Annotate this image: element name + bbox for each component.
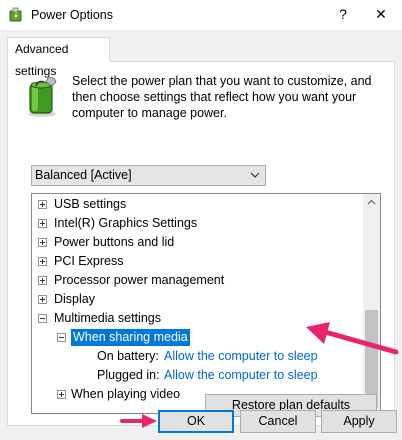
- apply-button[interactable]: Apply: [321, 410, 397, 433]
- tree-item-display[interactable]: Display: [32, 290, 362, 309]
- ok-button[interactable]: OK: [158, 410, 234, 433]
- tree-item-usb-settings[interactable]: USB settings: [32, 195, 362, 214]
- setting-on-battery-value-link[interactable]: Allow the computer to sleep: [164, 347, 318, 366]
- settings-tree[interactable]: USB settings Intel(R) Graphics Settings …: [31, 193, 381, 414]
- advanced-settings-panel: Select the power plan that you want to c…: [7, 61, 395, 426]
- tree-item-multimedia-settings[interactable]: Multimedia settings: [32, 309, 362, 328]
- tree-item-label: Processor power management: [54, 273, 225, 287]
- chevron-down-icon: [250, 172, 260, 178]
- panel-description: Select the power plan that you want to c…: [72, 74, 372, 120]
- collapse-minus-icon[interactable]: [38, 314, 47, 323]
- tree-item-power-buttons-and-lid[interactable]: Power buttons and lid: [32, 233, 362, 252]
- tab-advanced-settings[interactable]: Advanced settings: [7, 37, 110, 78]
- setting-plugged-in: Plugged in: Allow the computer to sleep: [32, 366, 362, 385]
- tree-item-label: When playing video: [71, 387, 181, 401]
- tree-vertical-scrollbar[interactable]: [363, 194, 380, 413]
- collapse-minus-icon[interactable]: [57, 333, 66, 342]
- tree-item-when-sharing-media[interactable]: When sharing media: [32, 328, 362, 347]
- power-plan-select-value: Balanced [Active]: [35, 168, 132, 182]
- tree-item-label: Multimedia settings: [54, 311, 161, 325]
- tree-item-processor-power-management[interactable]: Processor power management: [32, 271, 362, 290]
- expand-plus-icon[interactable]: [38, 238, 47, 247]
- tree-item-label: Intel(R) Graphics Settings: [54, 216, 198, 230]
- dialog-client: Advanced settings Select the power plan …: [0, 30, 402, 440]
- tree-item-label: Display: [54, 292, 95, 306]
- setting-on-battery: On battery: Allow the computer to sleep: [32, 347, 362, 366]
- tree-item-intel-graphics-settings[interactable]: Intel(R) Graphics Settings: [32, 214, 362, 233]
- expand-plus-icon[interactable]: [38, 276, 47, 285]
- expand-plus-icon[interactable]: [38, 295, 47, 304]
- setting-on-battery-label: On battery:: [97, 349, 159, 363]
- title-bar: Power Options ? ✕: [0, 0, 402, 30]
- power-plan-select[interactable]: Balanced [Active]: [31, 165, 266, 186]
- tree-item-pci-express[interactable]: PCI Express: [32, 252, 362, 271]
- close-button[interactable]: ✕: [366, 3, 396, 25]
- cancel-button[interactable]: Cancel: [240, 410, 316, 433]
- tree-item-label: PCI Express: [54, 254, 124, 268]
- window-title: Power Options: [31, 8, 113, 22]
- expand-plus-icon[interactable]: [57, 390, 66, 399]
- setting-plugged-in-value-link[interactable]: Allow the computer to sleep: [164, 366, 318, 385]
- tree-item-label: USB settings: [54, 197, 127, 211]
- tree-item-label-selected: When sharing media: [71, 329, 190, 346]
- setting-plugged-in-label: Plugged in:: [97, 368, 160, 382]
- scroll-up-arrow-icon[interactable]: [363, 194, 380, 211]
- expand-plus-icon[interactable]: [38, 219, 47, 228]
- tree-item-label: Power buttons and lid: [54, 235, 175, 249]
- expand-plus-icon[interactable]: [38, 257, 47, 266]
- help-button[interactable]: ?: [335, 4, 351, 24]
- power-options-icon: [9, 7, 22, 22]
- expand-plus-icon[interactable]: [38, 200, 47, 209]
